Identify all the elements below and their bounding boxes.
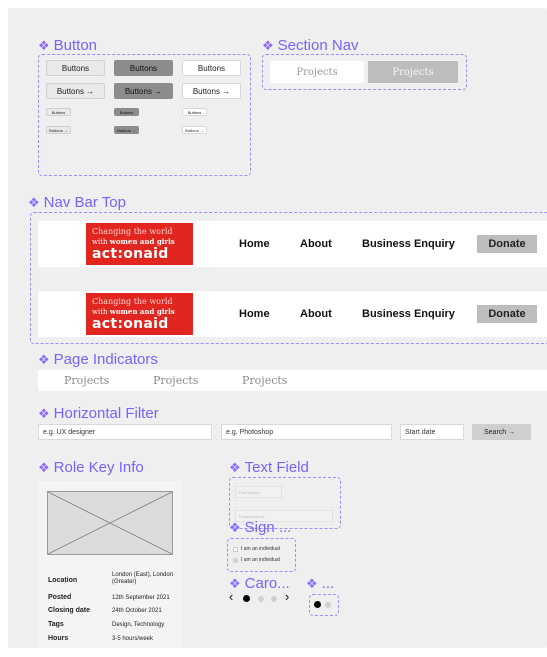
frame-title-text: Section Nav xyxy=(277,37,359,54)
button-small-dark[interactable]: Buttons xyxy=(114,108,139,116)
carousel-dot[interactable] xyxy=(271,596,277,602)
frame-title-text: ... xyxy=(321,575,335,592)
button-small[interactable]: Buttons xyxy=(46,108,71,116)
indicator-dot-active[interactable] xyxy=(314,601,321,608)
search-button[interactable]: Search → xyxy=(472,424,531,440)
checkbox-icon[interactable] xyxy=(233,546,238,552)
nav-link-business-enquiry[interactable]: Business Enquiry xyxy=(362,308,455,320)
info-key-hours: Hours xyxy=(48,635,69,642)
sign-frame-title[interactable]: ❖ Sign ... xyxy=(229,519,291,536)
info-value-closing-date: 24th October 2021 xyxy=(112,608,162,614)
component-icon: ❖ xyxy=(262,37,274,53)
nav-bar-top-frame-title[interactable]: ❖ Nav Bar Top xyxy=(28,194,126,211)
logo-brand: act:onaid xyxy=(92,316,169,332)
role-key-info-card: Location London (East), London (Greater)… xyxy=(38,481,182,648)
frame-title-text: Text Field xyxy=(244,459,309,476)
component-icon: ❖ xyxy=(229,459,241,475)
nav-link-business-enquiry[interactable]: Business Enquiry xyxy=(362,238,455,250)
page-indicator-3[interactable]: Projects xyxy=(242,374,287,387)
frame-title-text: Sign ... xyxy=(244,519,292,536)
button-dark[interactable]: Buttons xyxy=(114,60,173,76)
page-indicators-bar xyxy=(38,370,547,391)
sign-option-label: I am an individual xyxy=(241,546,280,552)
navbar-2: Changing the world with women and girls … xyxy=(38,291,547,337)
component-icon: ❖ xyxy=(306,575,318,591)
info-value-posted: 12th September 2021 xyxy=(112,595,170,601)
page-indicator-1[interactable]: Projects xyxy=(64,374,109,387)
component-icon: ❖ xyxy=(38,351,50,367)
logo-tagline-2: with women and girls xyxy=(92,237,175,246)
info-value-location-1: London (East), London xyxy=(112,572,174,578)
button-small-white[interactable]: Buttons xyxy=(182,108,207,116)
button-frame-title[interactable]: ❖ Button xyxy=(38,37,97,54)
donate-button[interactable]: Donate xyxy=(477,235,537,253)
sign-frame xyxy=(227,538,296,572)
component-icon: ❖ xyxy=(28,194,40,210)
button-small-arrow[interactable]: Buttons → xyxy=(46,126,71,134)
carousel-next-icon[interactable]: › xyxy=(285,589,289,604)
component-icon: ❖ xyxy=(38,459,50,475)
info-key-posted: Posted xyxy=(48,594,72,601)
carousel-prev-icon[interactable]: ‹ xyxy=(229,589,233,604)
logo-tagline-1: Changing the world xyxy=(92,297,173,306)
carousel-dot-active[interactable] xyxy=(243,595,250,602)
info-key-closing-date: Closing date xyxy=(48,607,91,614)
info-key-location: Location xyxy=(48,577,78,584)
sign-option-2[interactable]: I am an individual xyxy=(233,557,280,563)
image-placeholder-icon xyxy=(48,492,172,554)
carousel-frame-title[interactable]: ❖ Caro... xyxy=(229,575,290,592)
component-icon: ❖ xyxy=(38,405,50,421)
sign-option-label: I am an individual xyxy=(241,557,280,563)
donate-button[interactable]: Donate xyxy=(477,305,537,323)
component-icon: ❖ xyxy=(38,37,50,53)
carousel-dot[interactable] xyxy=(258,596,264,602)
info-key-tags: Tags xyxy=(48,621,64,628)
nav-link-home[interactable]: Home xyxy=(239,308,270,320)
info-value-location-2: (Greater) xyxy=(112,579,137,585)
page-indicators-frame-title[interactable]: ❖ Page Indicators xyxy=(38,351,158,368)
frame-title-text: Button xyxy=(53,37,98,54)
nav-link-about[interactable]: About xyxy=(300,238,332,250)
info-value-hours: 3-5 hours/week xyxy=(112,636,154,642)
actionaid-logo[interactable]: Changing the world with women and girls … xyxy=(86,223,193,265)
button-white[interactable]: Buttons xyxy=(182,60,241,76)
actionaid-logo[interactable]: Changing the world with women and girls … xyxy=(86,293,193,335)
button-default[interactable]: Buttons xyxy=(46,60,105,76)
section-nav-tab-2[interactable]: Projects xyxy=(368,61,458,83)
frame-title-text: Role Key Info xyxy=(53,459,144,476)
logo-tagline-2: with women and girls xyxy=(92,307,175,316)
keyword-input[interactable]: e.g. UX designer xyxy=(38,424,212,440)
sign-option-1[interactable]: I am an individual xyxy=(233,546,280,552)
component-icon: ❖ xyxy=(229,519,241,535)
button-dark-arrow[interactable]: Buttons → xyxy=(114,83,173,99)
skill-input[interactable]: e.g. Photoshop xyxy=(221,424,392,440)
navbar-1: Changing the world with women and girls … xyxy=(38,221,547,267)
horizontal-filter-frame-title[interactable]: ❖ Horizontal Filter xyxy=(38,405,159,422)
image-placeholder xyxy=(47,491,173,555)
button-white-arrow[interactable]: Buttons → xyxy=(182,83,241,99)
page-indicator-2[interactable]: Projects xyxy=(153,374,198,387)
unnamed-frame-title[interactable]: ❖ ... xyxy=(306,575,334,592)
button-small-dark-arrow[interactable]: Buttons → xyxy=(114,126,139,134)
radio-icon[interactable] xyxy=(233,557,238,563)
button-default-arrow[interactable]: Buttons → xyxy=(46,83,105,99)
role-key-info-frame-title[interactable]: ❖ Role Key Info xyxy=(38,459,144,476)
first-name-input[interactable]: First Name* xyxy=(235,486,282,498)
section-nav-tab-1[interactable]: Projects xyxy=(270,61,364,83)
frame-title-text: Horizontal Filter xyxy=(53,405,159,422)
logo-brand: act:onaid xyxy=(92,246,169,262)
section-nav-frame-title[interactable]: ❖ Section Nav xyxy=(262,37,359,54)
frame-title-text: Caro... xyxy=(244,575,290,592)
start-date-input[interactable]: Start date xyxy=(400,424,464,440)
frame-title-text: Page Indicators xyxy=(53,351,158,368)
nav-link-home[interactable]: Home xyxy=(239,238,270,250)
indicator-dot[interactable] xyxy=(325,602,331,608)
nav-link-about[interactable]: About xyxy=(300,308,332,320)
button-small-white-arrow[interactable]: Buttons → xyxy=(182,126,207,134)
logo-tagline-1: Changing the world xyxy=(92,227,173,236)
text-field-frame-title[interactable]: ❖ Text Field xyxy=(229,459,309,476)
info-value-tags: Design, Technology xyxy=(112,622,165,628)
frame-title-text: Nav Bar Top xyxy=(43,194,126,211)
